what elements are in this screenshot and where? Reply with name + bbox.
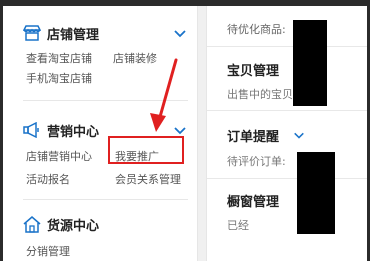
window-status-label: 已经 bbox=[227, 219, 249, 232]
window-management-title[interactable]: 橱窗管理 bbox=[227, 191, 279, 210]
panel-divider bbox=[207, 110, 367, 111]
redaction-block bbox=[293, 20, 327, 106]
screenshot-frame: 店铺管理 查看淘宝店铺 店铺装修 手机淘宝店铺 营销中心 店铺营销中心 我要推广… bbox=[0, 0, 370, 261]
redaction-block bbox=[297, 152, 335, 234]
chevron-down-icon[interactable] bbox=[293, 129, 305, 141]
order-reminder-title[interactable]: 订单提醒 bbox=[227, 126, 279, 145]
pending-optimize-label: 待优化商品: bbox=[227, 23, 286, 36]
panel-splitter[interactable] bbox=[197, 6, 207, 261]
pending-review-orders-label: 待评价订单: bbox=[227, 155, 286, 168]
on-sale-products-label[interactable]: 出售中的宝贝 bbox=[227, 86, 293, 102]
panel-divider bbox=[207, 46, 367, 47]
main-panel: 待优化商品: 宝贝管理 出售中的宝贝 订单提醒 待评价订单: 橱窗管理 已经 bbox=[207, 6, 367, 261]
panel-divider bbox=[207, 178, 367, 179]
product-management-title[interactable]: 宝贝管理 bbox=[227, 60, 279, 79]
